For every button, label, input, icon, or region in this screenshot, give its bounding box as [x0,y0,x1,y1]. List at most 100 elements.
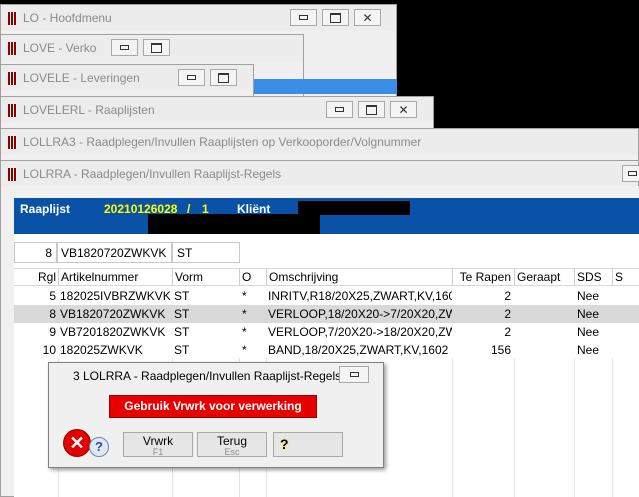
col-header-te-rapen[interactable]: Te Rapen [452,268,514,286]
terug-button[interactable]: Terug Esc [197,432,267,457]
cell-artikel: VB7201820ZWKVK [60,325,166,339]
col-header-sds[interactable]: SDS [574,268,612,286]
terug-shortcut: Esc [224,447,240,457]
selected-vorm-field[interactable]: ST [172,242,240,263]
maximize-button[interactable] [322,9,349,26]
error-icon: ✕ [63,429,91,457]
cell-te-rapen: 2 [504,289,511,303]
col-header-s[interactable]: S [612,268,639,286]
table-row[interactable]: 5 182025IVBRZWKVK ST * INRITV,R18/20X25,… [14,287,639,305]
window-title: LOVELERL - Raaplijsten [23,103,155,117]
error-message-text: Gebruik Vrwrk voor verwerking [124,399,302,413]
col-header-geraapt[interactable]: Geraapt [514,268,574,286]
app-icon [8,41,17,55]
cell-sds: Nee [577,307,600,321]
col-header-vorm[interactable]: Vorm [172,268,239,286]
cell-vorm: ST [174,325,190,339]
cell-artikel: 182025ZWKVK [60,343,143,357]
minimize-icon [187,75,196,80]
cell-vorm: ST [174,307,190,321]
cell-vorm: ST [174,343,190,357]
selected-vorm: ST [177,246,193,260]
close-button[interactable]: ✕ [354,9,381,26]
table-row[interactable]: 9 VB7201820ZWKVK ST * VERLOOP,7/20X20->1… [14,323,639,341]
minimize-button[interactable] [111,39,138,56]
maximize-icon [366,104,377,115]
dialog-titlebar[interactable]: 3 LOLRRA - Raadplegen/Invullen Raaplijst… [49,363,383,387]
grid-line [514,358,515,497]
cell-sds: Nee [577,325,600,339]
cell-o: * [242,325,247,339]
minimize-button[interactable] [622,165,639,182]
cell-omschrijving: BAND,18/20X25,ZWART,KV,1602 [268,343,449,357]
grid-line [574,358,575,497]
col-header-artikelnummer[interactable]: Artikelnummer [58,268,172,286]
cell-vorm: ST [174,289,190,303]
col-header-rgl[interactable]: Rgl [14,268,58,286]
minimize-button[interactable] [326,101,353,118]
selected-artikel-field[interactable]: VB1820720ZWKVK [57,242,172,263]
grid-line [612,358,613,497]
cell-sds: Nee [577,289,600,303]
window-title: LOVE - Verko [23,41,97,55]
maximize-icon [330,12,341,23]
minimize-button[interactable] [290,9,317,26]
vrwrk-button[interactable]: Vrwrk F1 [123,432,193,457]
blue-selection-strip [254,79,397,94]
raaplijst-label: Raaplijst [20,202,71,216]
minimize-icon [299,15,308,20]
cell-rgl: 9 [49,325,56,339]
maximize-button[interactable] [210,69,237,86]
maximize-button[interactable] [143,39,170,56]
minimize-button[interactable] [178,69,205,86]
maximize-icon [218,72,229,83]
cell-sds: Nee [577,343,600,357]
close-button[interactable]: ✕ [390,101,417,118]
minimize-icon [120,45,129,50]
table-row-selected[interactable]: 8 VB1820720ZWKVK ST * VERLOOP,18/20X20->… [14,305,639,323]
help-button[interactable]: ? [273,432,343,457]
error-message: Gebruik Vrwrk voor verwerking [109,395,317,418]
window-title: LOLRRA - Raadplegen/Invullen Raaplijst-R… [23,167,282,181]
selected-regel-field[interactable]: 8 [14,242,57,263]
cell-rgl: 5 [49,289,56,303]
cell-artikel: 182025IVBRZWKVK [60,289,171,303]
cell-rgl: 10 [42,343,56,357]
cell-te-rapen: 156 [490,343,511,357]
close-icon: ✕ [362,10,373,25]
close-icon: ✕ [398,102,409,117]
selected-regel: 8 [45,246,52,260]
app-icon [8,135,17,149]
help-icon: ? [280,436,289,452]
cell-te-rapen: 2 [504,307,511,321]
maximize-icon [151,42,162,53]
titlebar-lolrra[interactable]: LOLRRA - Raadplegen/Invullen Raaplijst-R… [1,161,638,187]
window-title: LOVELE - Leveringen [23,71,140,85]
titlebar-lollra3[interactable]: LOLLRA3 - Raadplegen/Invullen Raaplijste… [1,129,638,155]
maximize-button[interactable] [358,101,385,118]
vrwrk-shortcut: F1 [152,447,164,457]
col-header-omschrijving[interactable]: Omschrijving [266,268,452,286]
cell-artikel: VB1820720ZWKVK [60,307,166,321]
minimize-icon [627,171,637,176]
grey-band [14,186,639,198]
app-icon [8,11,17,25]
cell-o: * [242,289,247,303]
window-title: LOLLRA3 - Raadplegen/Invullen Raaplijste… [23,135,422,149]
dialog-minimize-button[interactable] [339,366,369,383]
dialog-title: 3 LOLRRA - Raadplegen/Invullen Raaplijst… [73,369,342,383]
cell-omschrijving: VERLOOP,7/20X20->18/20X20,ZWA [268,325,452,339]
app-icon [8,71,17,85]
table-row[interactable]: 10 182025ZWKVK ST * BAND,18/20X25,ZWART,… [14,341,639,359]
redaction-box [148,214,320,234]
left-gutter [1,186,14,496]
grid-line [452,358,453,497]
app-icon [8,167,17,181]
window-title: LO - Hoofdmenu [23,11,112,25]
help-bubble-icon: ? [89,437,109,457]
cell-te-rapen: 2 [504,325,511,339]
minimize-icon [335,107,344,112]
app-icon [8,103,17,117]
col-header-o[interactable]: O [239,268,266,286]
cell-rgl: 8 [49,307,56,321]
